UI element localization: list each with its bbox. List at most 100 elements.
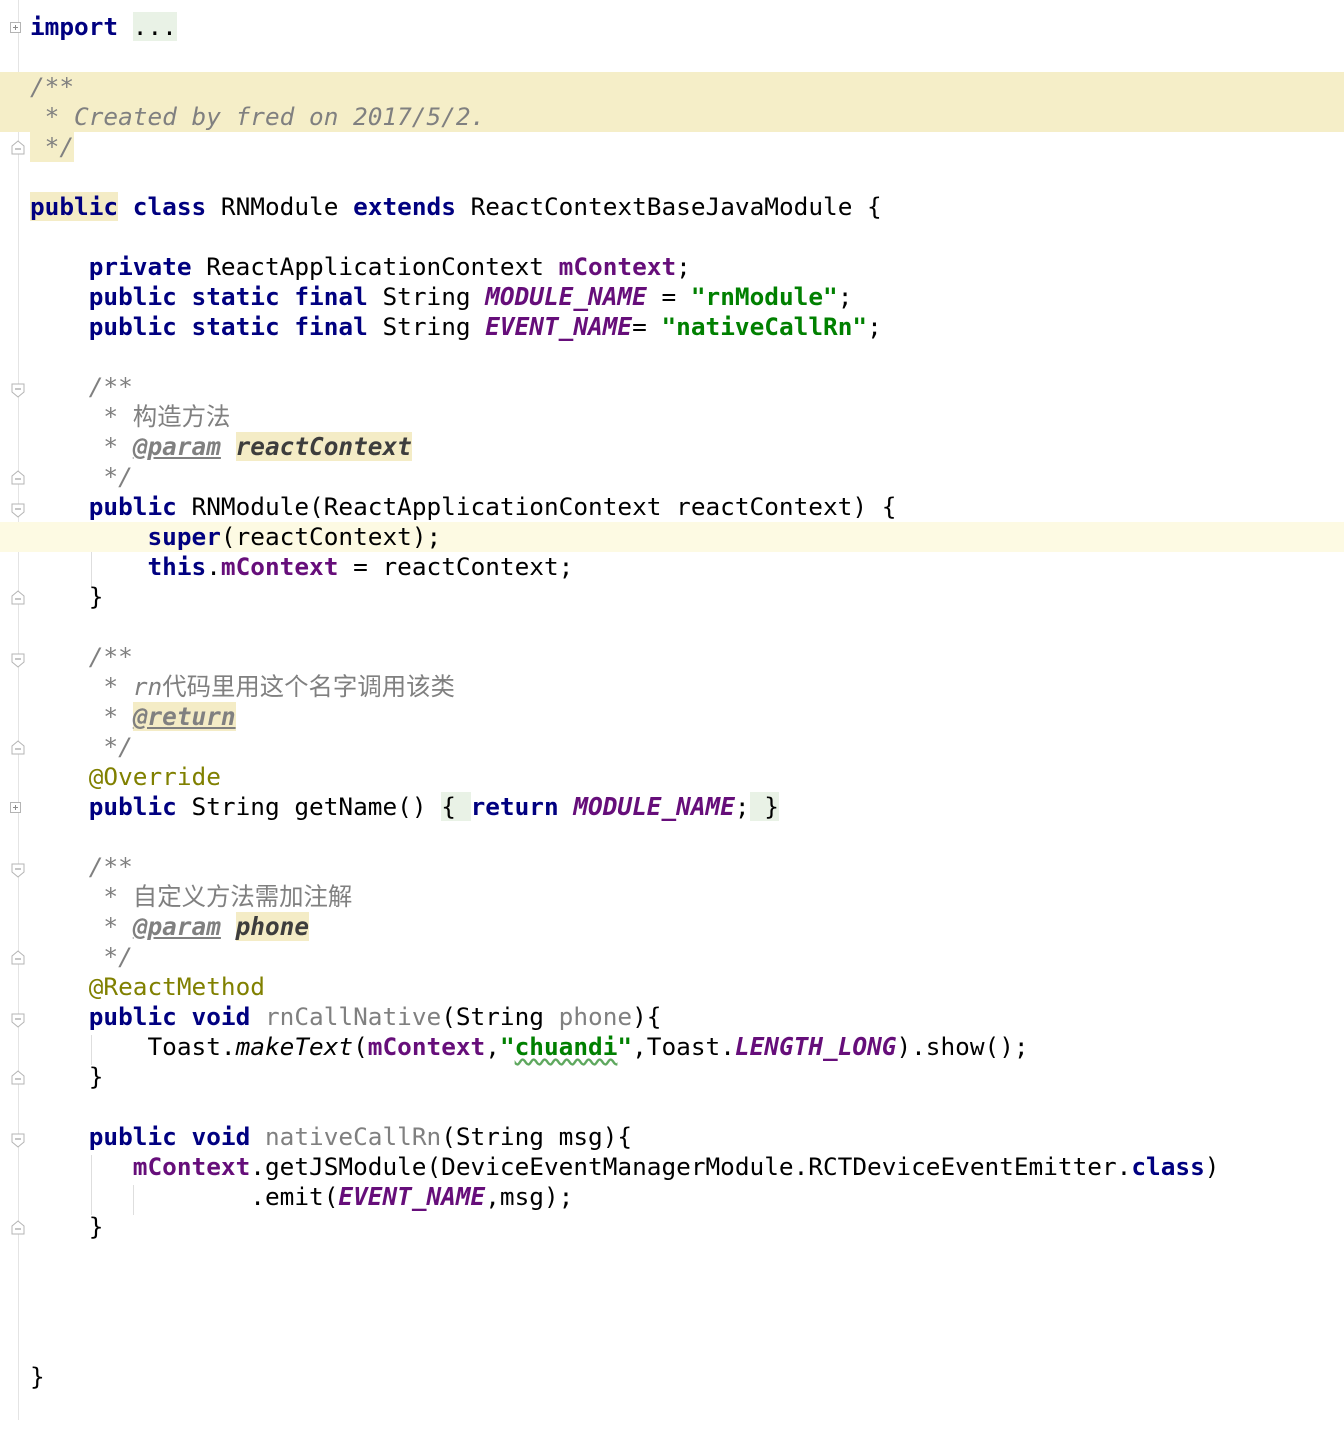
keyword: public static final	[88, 282, 368, 311]
keyword: super	[147, 522, 221, 551]
code-line-field: public static final String MODULE_NAME =…	[0, 282, 1344, 312]
keyword: this	[147, 552, 207, 581]
code-line-doc: * @param reactContext	[0, 432, 1344, 462]
code-line-doc: * @return	[0, 702, 1344, 732]
doc-comment: * 构造方法	[88, 402, 231, 431]
string-literal: "nativeCallRn"	[661, 312, 868, 341]
doc-comment: */	[88, 462, 133, 491]
folded-body[interactable]: {	[441, 792, 471, 821]
code-line-doc: */	[0, 942, 1344, 972]
punctuation: ;	[676, 252, 691, 281]
punctuation: ){	[632, 1002, 662, 1031]
code-line-current[interactable]: super(reactContext);	[0, 522, 1344, 552]
code-line-doc: /**	[0, 642, 1344, 672]
closing-brace: }	[88, 582, 104, 611]
keyword: class	[1131, 1152, 1205, 1181]
field-name: mContext	[132, 1152, 251, 1181]
field-name: mContext	[558, 252, 677, 281]
doc-comment: */	[88, 942, 133, 971]
doc-param-name: reactContext	[235, 432, 412, 461]
punctuation: (	[353, 1032, 368, 1061]
method-call: .getJSModule(DeviceEventManagerModule.RC…	[250, 1152, 1132, 1181]
call-args: (reactContext);	[220, 522, 442, 551]
folded-body[interactable]: }	[749, 792, 779, 821]
doc-comment: 代码里用这个名字调用该类	[162, 672, 455, 701]
keyword: public static final	[88, 312, 368, 341]
operator: =	[632, 312, 662, 341]
doc-tag[interactable]: @return	[132, 702, 236, 731]
code-line-field: public static final String EVENT_NAME= "…	[0, 312, 1344, 342]
code-line-doc: */	[0, 732, 1344, 762]
doc-comment: * Created by fred on 2017/5/2.	[30, 102, 486, 131]
class-ref: Toast.	[147, 1032, 236, 1061]
punctuation: .	[206, 552, 221, 581]
call-args: ,msg);	[485, 1182, 574, 1211]
operator: =	[646, 282, 691, 311]
code-line-doc: */	[0, 462, 1344, 492]
folded-imports[interactable]: ...	[132, 12, 177, 41]
punctuation: ;	[867, 312, 882, 341]
annotation: @ReactMethod	[88, 972, 265, 1001]
keyword: class	[132, 192, 207, 221]
class-closing-brace: }	[30, 1362, 45, 1391]
annotation: @Override	[88, 762, 221, 791]
code-line-statement: mContext.getJSModule(DeviceEventManagerM…	[0, 1152, 1344, 1182]
constant-name: EVENT_NAME	[338, 1182, 486, 1211]
doc-tag[interactable]: @param	[133, 912, 221, 941]
doc-tag[interactable]: @param	[133, 432, 221, 461]
code-line-brace: }	[0, 582, 1344, 612]
string-quote: "	[499, 1032, 515, 1061]
code-line-statement: .emit(EVENT_NAME,msg);	[0, 1182, 1344, 1212]
code-line-doc: */	[0, 132, 1344, 162]
keyword: public	[88, 792, 177, 821]
method-call: ).show();	[896, 1032, 1029, 1061]
doc-comment: *	[88, 912, 133, 941]
constant-name: EVENT_NAME	[485, 312, 633, 341]
method-call: .emit(	[250, 1182, 339, 1211]
type-name: String	[382, 312, 471, 341]
code-line-doc: * rn代码里用这个名字调用该类	[0, 672, 1344, 702]
param-list: (String	[441, 1002, 559, 1031]
string-literal: chuandi	[514, 1032, 618, 1061]
assignment: = reactContext;	[338, 552, 574, 581]
constant-name: MODULE_NAME	[573, 792, 735, 821]
code-line-brace: }	[0, 1062, 1344, 1092]
doc-comment: rn	[132, 672, 163, 701]
field-name: mContext	[367, 1032, 486, 1061]
keyword: private	[88, 252, 192, 281]
code-line-doc: /**	[0, 852, 1344, 882]
static-method: makeText	[235, 1032, 354, 1061]
code-line-doc: * @param phone	[0, 912, 1344, 942]
constant-name: MODULE_NAME	[485, 282, 647, 311]
code-line-import: import ...	[0, 12, 1344, 42]
class-name: RNModule	[220, 192, 339, 221]
code-line-method: public void rnCallNative(String phone){	[0, 1002, 1344, 1032]
doc-comment: /**	[88, 852, 133, 881]
doc-comment: *	[88, 702, 133, 731]
type-name: String	[382, 282, 471, 311]
closing-brace: }	[88, 1212, 104, 1241]
code-line-brace: }	[0, 1362, 1344, 1392]
code-line-class-decl: public class RNModule extends ReactConte…	[0, 192, 1344, 222]
closing-brace: }	[88, 1062, 104, 1091]
keyword: public void	[88, 1002, 251, 1031]
keyword: public	[30, 192, 119, 221]
method-signature: String getName()	[191, 792, 427, 821]
class-ref: ,Toast.	[632, 1032, 735, 1061]
doc-comment: *	[88, 432, 133, 461]
param-name: phone	[558, 1002, 633, 1031]
punctuation: )	[1204, 1152, 1220, 1181]
code-line-doc: /**	[0, 372, 1344, 402]
keyword: public	[88, 492, 177, 521]
keyword: public void	[88, 1122, 251, 1151]
code-line-annotation: @Override	[0, 762, 1344, 792]
code-line-doc: * 构造方法	[0, 402, 1344, 432]
constructor-signature: RNModule(ReactApplicationContext reactCo…	[191, 492, 897, 521]
keyword: extends	[353, 192, 456, 221]
type-name: ReactApplicationContext	[206, 252, 544, 281]
doc-comment: * 自定义方法需加注解	[88, 882, 353, 911]
doc-comment: /**	[88, 642, 133, 671]
punctuation: ;	[837, 282, 853, 311]
string-quote: "	[617, 1032, 633, 1061]
doc-comment: *	[88, 672, 133, 701]
